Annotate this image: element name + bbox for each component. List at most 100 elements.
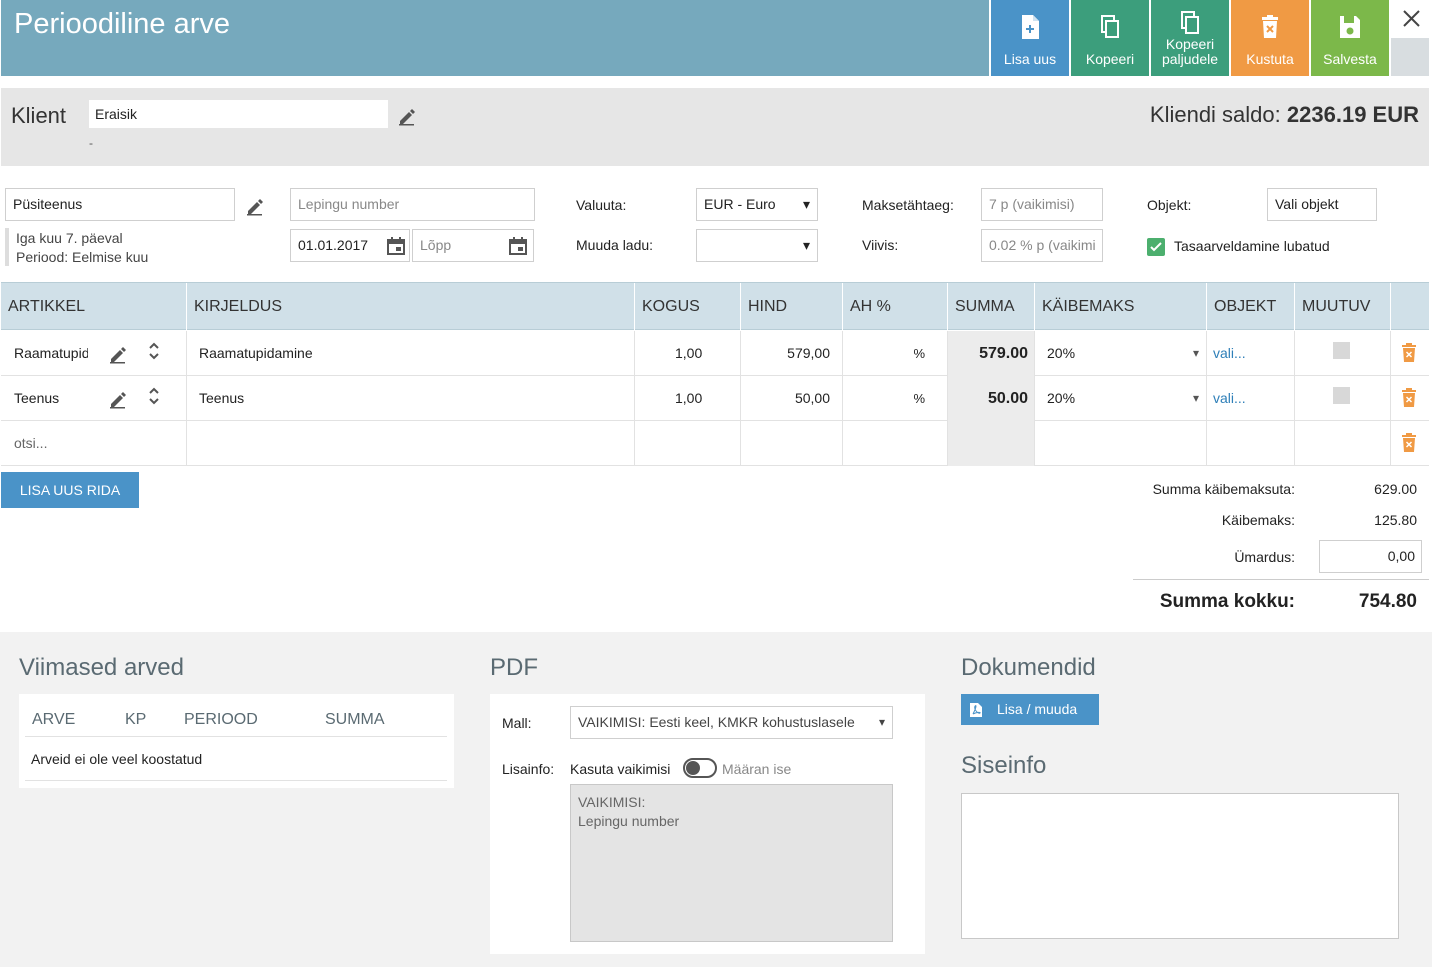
price-cell[interactable]: [741, 421, 843, 466]
balance-label: Kliendi saldo:: [1149, 102, 1281, 127]
object-link[interactable]: vali...: [1207, 376, 1295, 421]
close-button[interactable]: [1392, 0, 1430, 38]
due-input[interactable]: 7 p (vaikimisi): [981, 188, 1103, 221]
extra-info-textarea[interactable]: VAIKIMISI: Lepingu number: [570, 784, 893, 942]
col-sum: SUMMA: [948, 283, 1035, 331]
description-cell[interactable]: Raamatupidamine: [187, 331, 635, 376]
copy-label: Kopeeri: [1085, 51, 1135, 67]
currency-select[interactable]: EUR - Euro ▾: [696, 188, 818, 221]
edit-icon[interactable]: [108, 389, 128, 409]
balance-value: 2236.19 EUR: [1286, 102, 1419, 127]
client-input[interactable]: Eraisik: [89, 100, 388, 128]
object-cell[interactable]: [1207, 421, 1295, 466]
grand-total-value: 754.80: [1358, 591, 1417, 612]
default-toggle[interactable]: [683, 758, 717, 778]
contract-number-input[interactable]: Lepingu number: [290, 188, 535, 221]
internal-info-title: Siseinfo: [961, 752, 1047, 779]
delete-button[interactable]: Kustuta: [1231, 0, 1309, 76]
client-label: Klient: [11, 103, 67, 128]
pdf-panel: Mall: VAIKIMISI: Eesti keel, KMKR kohust…: [490, 694, 925, 954]
sum-cell: 579.00: [948, 331, 1035, 376]
calendar-icon[interactable]: [509, 237, 527, 255]
file-plus-icon: [1022, 15, 1039, 39]
copy-icon: [1101, 15, 1119, 38]
bottom-section: Viimased arved ARVE KP PERIOOD SUMMA Arv…: [0, 632, 1432, 967]
col-discount: AH %: [843, 283, 948, 331]
vat-select[interactable]: 20% ▾: [1035, 376, 1207, 421]
quantity-cell[interactable]: [635, 421, 741, 466]
sum-cell: 50.00: [948, 376, 1035, 421]
schedule-line1: Iga kuu 7. päeval: [16, 230, 123, 246]
sort-icon[interactable]: [147, 341, 161, 361]
edit-service-icon[interactable]: [245, 196, 265, 216]
check-icon: [1150, 242, 1162, 252]
article-value: Teenus: [14, 390, 60, 406]
rounding-input[interactable]: 0,00: [1319, 540, 1422, 573]
offset-checkbox[interactable]: [1147, 238, 1165, 256]
vat-total-label: Käibemaks:: [1221, 512, 1295, 528]
add-edit-documents-button[interactable]: Lisa / muuda: [961, 694, 1099, 725]
edit-icon[interactable]: [108, 344, 128, 364]
toggle-knob: [686, 761, 700, 775]
discount-cell[interactable]: %: [843, 331, 948, 376]
template-value: VAIKIMISI: Eesti keel, KMKR kohustuslase…: [578, 714, 855, 730]
col-vat: KÄIBEMAKS: [1035, 283, 1207, 331]
service-input[interactable]: Püsiteenus: [5, 188, 235, 221]
warehouse-select[interactable]: ▾: [696, 229, 818, 262]
chevron-down-icon: ▾: [1192, 391, 1199, 405]
discount-cell[interactable]: %: [843, 376, 948, 421]
copy-icon: [1181, 11, 1199, 34]
delete-label: Kustuta: [1246, 51, 1294, 67]
object-link[interactable]: vali...: [1207, 331, 1295, 376]
add-new-button[interactable]: Lisa uus: [991, 0, 1069, 76]
price-cell[interactable]: 579,00: [741, 331, 843, 376]
save-button[interactable]: Salvesta: [1311, 0, 1389, 76]
internal-info-textarea[interactable]: [961, 793, 1399, 939]
object-select[interactable]: Vali objekt: [1267, 188, 1377, 221]
quantity-cell[interactable]: 1,00: [635, 376, 741, 421]
description-cell[interactable]: Teenus: [187, 376, 635, 421]
table-row: Teenus Teenus 1,00 50,00 % 50.00 20% ▾ va…: [1, 376, 1429, 421]
recent-invoices-title: Viimased arved: [19, 654, 184, 681]
price-cell[interactable]: 50,00: [741, 376, 843, 421]
variable-cell: [1295, 331, 1391, 376]
save-label: Salvesta: [1323, 51, 1377, 67]
copy-many-button[interactable]: Kopeeri paljudele: [1151, 0, 1229, 76]
article-cell[interactable]: Raamatupida: [1, 331, 187, 376]
col-variable: MUUTUV: [1295, 283, 1391, 331]
totals-divider: [1133, 579, 1429, 580]
copy-button[interactable]: Kopeeri: [1071, 0, 1149, 76]
pdf-icon: [970, 703, 982, 717]
calendar-icon[interactable]: [387, 237, 405, 255]
vat-cell[interactable]: [1035, 421, 1207, 466]
trash-icon[interactable]: [1401, 433, 1417, 453]
discount-cell[interactable]: [843, 421, 948, 466]
add-row-button[interactable]: LISA UUS RIDA: [1, 472, 139, 508]
net-total-label: Summa käibemaksuta:: [1152, 481, 1295, 497]
quantity-cell[interactable]: 1,00: [635, 331, 741, 376]
copy-many-label: Kopeeri paljudele: [1161, 36, 1219, 67]
article-cell[interactable]: Teenus: [1, 376, 187, 421]
vat-select[interactable]: 20% ▾: [1035, 331, 1207, 376]
trash-icon[interactable]: [1401, 388, 1417, 408]
object-label: Objekt:: [1147, 197, 1192, 213]
table-header: ARTIKKEL KIRJELDUS KOGUS HIND AH % SUMMA…: [1, 282, 1429, 331]
chevron-down-icon: ▾: [878, 715, 885, 729]
table-row: Raamatupida Raamatupidamine 1,00 579,00 …: [1, 331, 1429, 376]
article-search-input[interactable]: otsi...: [1, 421, 187, 466]
variable-checkbox[interactable]: [1333, 342, 1350, 359]
penalty-input[interactable]: 0.02 % p (vaikimi: [981, 229, 1103, 262]
vat-total-value: 125.80: [1374, 512, 1417, 528]
edit-client-icon[interactable]: [397, 106, 417, 126]
title-bar: Perioodiline arve: [1, 0, 989, 76]
trash-icon[interactable]: [1401, 343, 1417, 363]
recent-divider: [25, 780, 447, 781]
chevron-down-icon: ▾: [1192, 346, 1199, 360]
sort-icon[interactable]: [147, 386, 161, 406]
variable-checkbox[interactable]: [1333, 387, 1350, 404]
description-cell[interactable]: [187, 421, 635, 466]
template-select[interactable]: VAIKIMISI: Eesti keel, KMKR kohustuslase…: [570, 706, 893, 739]
documents-title: Dokumendid: [961, 654, 1096, 681]
recent-col-invoice: ARVE: [32, 711, 76, 728]
penalty-label: Viivis:: [862, 237, 899, 253]
